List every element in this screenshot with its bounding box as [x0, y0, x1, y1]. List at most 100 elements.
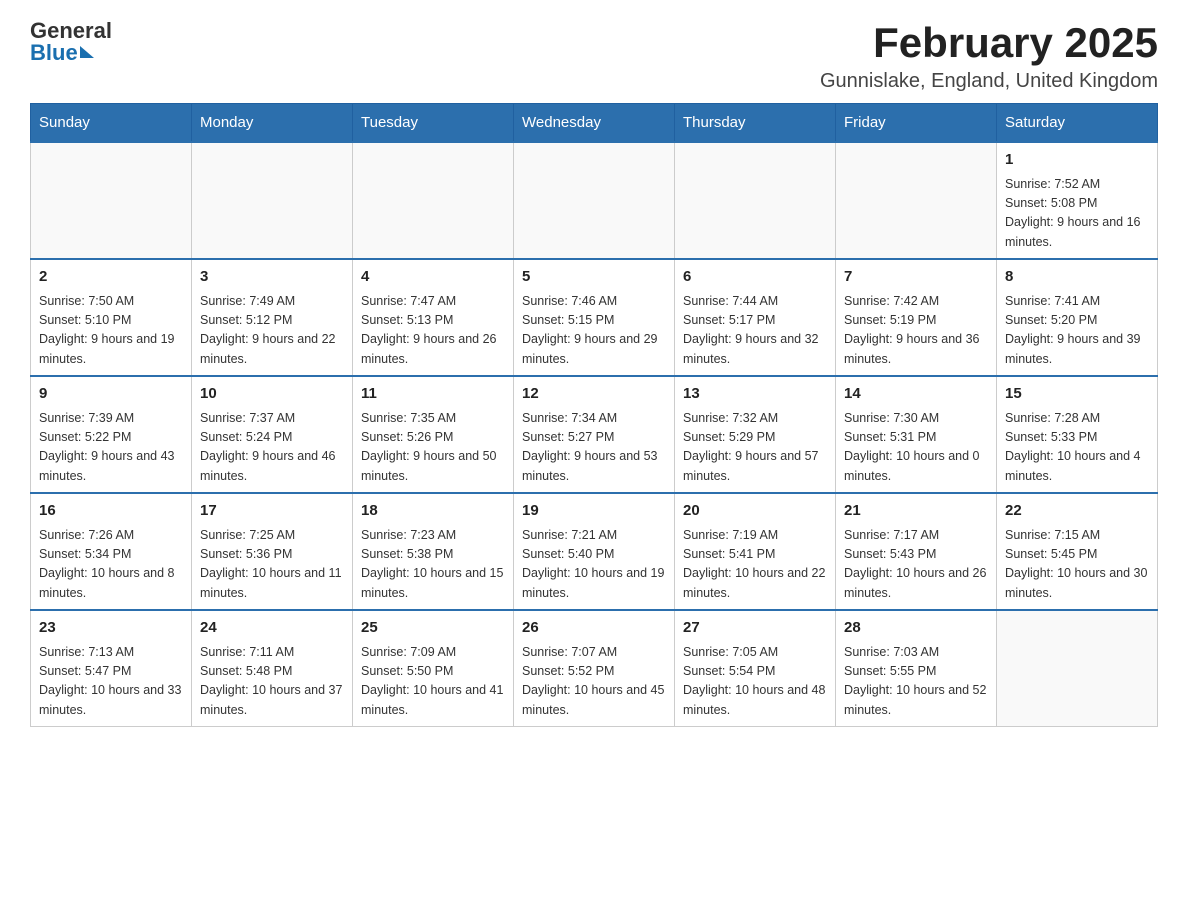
calendar-cell — [514, 142, 675, 259]
day-number: 1 — [1005, 149, 1149, 172]
day-info: Sunrise: 7:41 AMSunset: 5:20 PMDaylight:… — [1005, 292, 1149, 370]
day-info: Sunrise: 7:13 AMSunset: 5:47 PMDaylight:… — [39, 643, 183, 721]
day-number: 27 — [683, 617, 827, 640]
day-info: Sunrise: 7:23 AMSunset: 5:38 PMDaylight:… — [361, 526, 505, 604]
day-number: 7 — [844, 266, 988, 289]
calendar-cell: 18 Sunrise: 7:23 AMSunset: 5:38 PMDayligh… — [353, 493, 514, 610]
calendar-title: February 2025 — [820, 20, 1158, 66]
calendar-cell: 8Sunrise: 7:41 AMSunset: 5:20 PMDaylight… — [997, 259, 1158, 376]
weekday-header-thursday: Thursday — [675, 104, 836, 143]
day-number: 18 — [361, 500, 505, 523]
weekday-header-sunday: Sunday — [31, 104, 192, 143]
day-number: 23 — [39, 617, 183, 640]
day-number: 12 — [522, 383, 666, 406]
calendar-cell: 12 Sunrise: 7:34 AMSunset: 5:27 PMDayligh… — [514, 376, 675, 493]
day-info: Sunrise: 7:21 AMSunset: 5:40 PMDaylight:… — [522, 526, 666, 604]
calendar-week-row: 9 Sunrise: 7:39 AMSunset: 5:22 PMDaylight… — [31, 376, 1158, 493]
page-header: General Blue February 2025 Gunnislake, E… — [30, 20, 1158, 93]
logo-blue-text: Blue — [30, 42, 78, 64]
calendar-cell: 7 Sunrise: 7:42 AMSunset: 5:19 PMDaylight… — [836, 259, 997, 376]
weekday-header-saturday: Saturday — [997, 104, 1158, 143]
calendar-cell: 5 Sunrise: 7:46 AMSunset: 5:15 PMDaylight… — [514, 259, 675, 376]
calendar-cell: 11 Sunrise: 7:35 AMSunset: 5:26 PMDayligh… — [353, 376, 514, 493]
calendar-table: SundayMondayTuesdayWednesdayThursdayFrid… — [30, 103, 1158, 727]
day-info: Sunrise: 7:03 AMSunset: 5:55 PMDaylight:… — [844, 643, 988, 721]
day-number: 6 — [683, 266, 827, 289]
calendar-cell: 9 Sunrise: 7:39 AMSunset: 5:22 PMDaylight… — [31, 376, 192, 493]
calendar-cell: 24Sunrise: 7:11 AMSunset: 5:48 PMDayligh… — [192, 610, 353, 727]
day-number: 2 — [39, 266, 183, 289]
calendar-cell — [353, 142, 514, 259]
weekday-header-monday: Monday — [192, 104, 353, 143]
calendar-cell: 22 Sunrise: 7:15 AMSunset: 5:45 PMDayligh… — [997, 493, 1158, 610]
calendar-cell: 15 Sunrise: 7:28 AMSunset: 5:33 PMDayligh… — [997, 376, 1158, 493]
day-info: Sunrise: 7:47 AMSunset: 5:13 PMDaylight:… — [361, 292, 505, 370]
calendar-cell: 20 Sunrise: 7:19 AMSunset: 5:41 PMDayligh… — [675, 493, 836, 610]
calendar-subtitle: Gunnislake, England, United Kingdom — [820, 70, 1158, 93]
calendar-cell: 13 Sunrise: 7:32 AMSunset: 5:29 PMDayligh… — [675, 376, 836, 493]
calendar-cell: 1Sunrise: 7:52 AMSunset: 5:08 PMDaylight… — [997, 142, 1158, 259]
day-number: 25 — [361, 617, 505, 640]
calendar-cell — [836, 142, 997, 259]
day-info: Sunrise: 7:39 AMSunset: 5:22 PMDaylight:… — [39, 409, 183, 487]
day-number: 14 — [844, 383, 988, 406]
day-info: Sunrise: 7:30 AMSunset: 5:31 PMDaylight:… — [844, 409, 988, 487]
logo-general-text: General — [30, 20, 112, 42]
title-section: February 2025 Gunnislake, England, Unite… — [820, 20, 1158, 93]
day-number: 4 — [361, 266, 505, 289]
day-info: Sunrise: 7:35 AMSunset: 5:26 PMDaylight:… — [361, 409, 505, 487]
calendar-header-row: SundayMondayTuesdayWednesdayThursdayFrid… — [31, 104, 1158, 143]
day-number: 9 — [39, 383, 183, 406]
calendar-cell: 26Sunrise: 7:07 AMSunset: 5:52 PMDayligh… — [514, 610, 675, 727]
day-number: 13 — [683, 383, 827, 406]
day-number: 22 — [1005, 500, 1149, 523]
calendar-cell: 21 Sunrise: 7:17 AMSunset: 5:43 PMDayligh… — [836, 493, 997, 610]
day-info: Sunrise: 7:25 AMSunset: 5:36 PMDaylight:… — [200, 526, 344, 604]
day-info: Sunrise: 7:17 AMSunset: 5:43 PMDaylight:… — [844, 526, 988, 604]
day-number: 3 — [200, 266, 344, 289]
weekday-header-wednesday: Wednesday — [514, 104, 675, 143]
calendar-cell: 10Sunrise: 7:37 AMSunset: 5:24 PMDayligh… — [192, 376, 353, 493]
calendar-week-row: 16Sunrise: 7:26 AMSunset: 5:34 PMDayligh… — [31, 493, 1158, 610]
day-number: 10 — [200, 383, 344, 406]
weekday-header-friday: Friday — [836, 104, 997, 143]
calendar-cell: 16Sunrise: 7:26 AMSunset: 5:34 PMDayligh… — [31, 493, 192, 610]
calendar-cell: 17Sunrise: 7:25 AMSunset: 5:36 PMDayligh… — [192, 493, 353, 610]
calendar-week-row: 1Sunrise: 7:52 AMSunset: 5:08 PMDaylight… — [31, 142, 1158, 259]
day-number: 5 — [522, 266, 666, 289]
calendar-cell: 25 Sunrise: 7:09 AMSunset: 5:50 PMDayligh… — [353, 610, 514, 727]
day-info: Sunrise: 7:05 AMSunset: 5:54 PMDaylight:… — [683, 643, 827, 721]
day-info: Sunrise: 7:15 AMSunset: 5:45 PMDaylight:… — [1005, 526, 1149, 604]
day-info: Sunrise: 7:46 AMSunset: 5:15 PMDaylight:… — [522, 292, 666, 370]
day-info: Sunrise: 7:49 AMSunset: 5:12 PMDaylight:… — [200, 292, 344, 370]
day-info: Sunrise: 7:42 AMSunset: 5:19 PMDaylight:… — [844, 292, 988, 370]
day-info: Sunrise: 7:44 AMSunset: 5:17 PMDaylight:… — [683, 292, 827, 370]
day-info: Sunrise: 7:34 AMSunset: 5:27 PMDaylight:… — [522, 409, 666, 487]
day-number: 11 — [361, 383, 505, 406]
day-info: Sunrise: 7:09 AMSunset: 5:50 PMDaylight:… — [361, 643, 505, 721]
day-info: Sunrise: 7:32 AMSunset: 5:29 PMDaylight:… — [683, 409, 827, 487]
day-info: Sunrise: 7:50 AMSunset: 5:10 PMDaylight:… — [39, 292, 183, 370]
calendar-cell: 23 Sunrise: 7:13 AMSunset: 5:47 PMDayligh… — [31, 610, 192, 727]
weekday-header-tuesday: Tuesday — [353, 104, 514, 143]
day-number: 20 — [683, 500, 827, 523]
calendar-cell: 14 Sunrise: 7:30 AMSunset: 5:31 PMDayligh… — [836, 376, 997, 493]
logo-arrow-icon — [80, 46, 94, 58]
calendar-cell: 4 Sunrise: 7:47 AMSunset: 5:13 PMDaylight… — [353, 259, 514, 376]
day-number: 28 — [844, 617, 988, 640]
calendar-cell — [192, 142, 353, 259]
day-info: Sunrise: 7:28 AMSunset: 5:33 PMDaylight:… — [1005, 409, 1149, 487]
calendar-cell: 2 Sunrise: 7:50 AMSunset: 5:10 PMDaylight… — [31, 259, 192, 376]
calendar-cell: 3 Sunrise: 7:49 AMSunset: 5:12 PMDaylight… — [192, 259, 353, 376]
day-info: Sunrise: 7:26 AMSunset: 5:34 PMDaylight:… — [39, 526, 183, 604]
calendar-week-row: 2 Sunrise: 7:50 AMSunset: 5:10 PMDaylight… — [31, 259, 1158, 376]
day-number: 24 — [200, 617, 344, 640]
day-info: Sunrise: 7:19 AMSunset: 5:41 PMDaylight:… — [683, 526, 827, 604]
calendar-cell — [31, 142, 192, 259]
calendar-cell: 28 Sunrise: 7:03 AMSunset: 5:55 PMDayligh… — [836, 610, 997, 727]
logo: General Blue — [30, 20, 112, 64]
day-number: 15 — [1005, 383, 1149, 406]
calendar-cell — [997, 610, 1158, 727]
day-number: 21 — [844, 500, 988, 523]
day-number: 19 — [522, 500, 666, 523]
